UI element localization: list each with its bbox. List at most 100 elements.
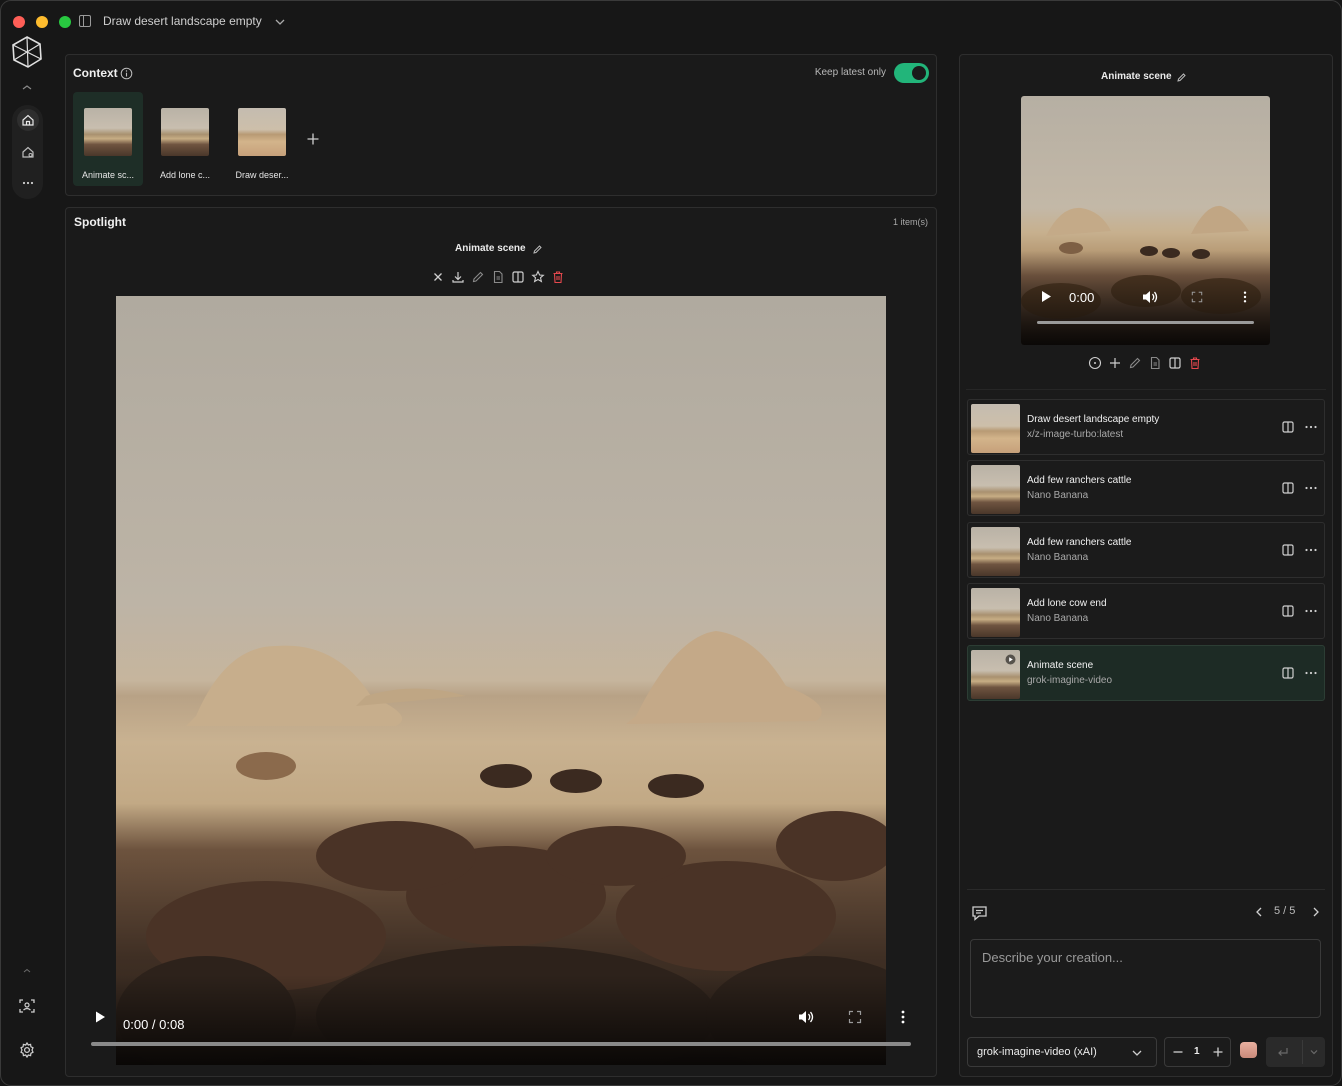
- history-thumbnail: [971, 527, 1020, 576]
- info-circle-icon[interactable]: [1088, 356, 1102, 370]
- context-item-draw-desert[interactable]: Draw deser...: [227, 92, 297, 186]
- compare-split-icon[interactable]: [1281, 604, 1295, 618]
- history-title: Add lone cow end: [1027, 598, 1107, 609]
- app-window: Draw desert landscape empty Context Keep…: [0, 0, 1342, 1086]
- history-thumbnail: [971, 588, 1020, 637]
- history-title: Add few ranchers cattle: [1027, 537, 1132, 548]
- rail-workspace-button[interactable]: [17, 141, 39, 163]
- decrement-icon[interactable]: [1172, 1046, 1184, 1058]
- add-icon[interactable]: [1108, 356, 1122, 370]
- context-panel: Context Keep latest only Animate sc... A…: [65, 54, 937, 196]
- face-scan-icon[interactable]: [18, 997, 36, 1015]
- next-chevron-icon[interactable]: [1310, 905, 1322, 919]
- more-horizontal-icon[interactable]: [1304, 604, 1318, 618]
- chevron-up-icon[interactable]: [20, 83, 34, 93]
- delete-trash-icon[interactable]: [1188, 356, 1202, 370]
- spotlight-video-player[interactable]: [116, 296, 886, 1065]
- context-item-animate[interactable]: Animate sc...: [73, 92, 143, 186]
- sidebar-toggle-icon[interactable]: [79, 15, 91, 27]
- edit-icon[interactable]: [471, 270, 485, 284]
- pager-indicator: 5 / 5: [1274, 905, 1296, 917]
- video-badge-icon: [1005, 654, 1016, 665]
- more-horizontal-icon[interactable]: [1304, 543, 1318, 557]
- divider: [967, 889, 1325, 890]
- compare-split-icon[interactable]: [1281, 481, 1295, 495]
- compare-split-icon[interactable]: [1281, 420, 1295, 434]
- close-icon[interactable]: [431, 270, 445, 284]
- history-item[interactable]: Add few ranchers cattle Nano Banana: [967, 460, 1325, 516]
- history-item[interactable]: Draw desert landscape empty x/z-image-tu…: [967, 399, 1325, 455]
- fullscreen-icon[interactable]: [848, 1010, 862, 1024]
- history-title: Animate scene: [1027, 660, 1094, 671]
- edit-name-icon[interactable]: [1176, 72, 1187, 83]
- preview-more-icon[interactable]: [1239, 289, 1251, 305]
- window-title[interactable]: Draw desert landscape empty: [103, 14, 262, 28]
- document-icon[interactable]: [1148, 356, 1162, 370]
- context-item-label: Add lone c...: [159, 170, 211, 180]
- download-icon[interactable]: [451, 270, 465, 284]
- more-horizontal-icon[interactable]: [1304, 666, 1318, 680]
- rail-nav: [12, 105, 43, 199]
- history-title: Draw desert landscape empty: [1027, 414, 1160, 425]
- chevron-down-icon: [1132, 1050, 1142, 1056]
- preview-fullscreen-icon[interactable]: [1191, 291, 1203, 303]
- minimize-window-button[interactable]: [36, 16, 48, 28]
- zoom-window-button[interactable]: [59, 16, 71, 28]
- send-button[interactable]: [1266, 1037, 1325, 1067]
- history-item[interactable]: Add lone cow end Nano Banana: [967, 583, 1325, 639]
- more-horizontal-icon[interactable]: [1304, 481, 1318, 495]
- close-window-button[interactable]: [13, 16, 25, 28]
- history-item-active[interactable]: Animate scene grok-imagine-video: [967, 645, 1325, 701]
- preview-toolbar: [1088, 356, 1202, 370]
- edit-icon[interactable]: [1128, 356, 1142, 370]
- volume-icon[interactable]: [797, 1009, 815, 1025]
- history-model: Nano Banana: [1027, 552, 1089, 563]
- context-thumbnail: [161, 108, 209, 156]
- chevron-down-icon[interactable]: [273, 12, 287, 32]
- preview-progress-bar[interactable]: [1037, 321, 1254, 324]
- quantity-stepper: 1: [1164, 1037, 1231, 1067]
- reference-image-thumbnail[interactable]: [1240, 1042, 1257, 1058]
- previous-chevron-icon[interactable]: [1253, 905, 1265, 919]
- preview-video-player[interactable]: 0:00: [1021, 96, 1270, 345]
- context-thumbnail: [84, 108, 132, 156]
- compare-split-icon[interactable]: [511, 270, 525, 284]
- context-thumbnail: [238, 108, 286, 156]
- keep-latest-toggle[interactable]: [894, 63, 929, 83]
- video-more-icon[interactable]: [896, 1009, 910, 1025]
- send-options-chevron-icon[interactable]: [1308, 1046, 1320, 1058]
- app-logo-icon: [12, 36, 42, 68]
- compare-split-icon[interactable]: [1168, 356, 1182, 370]
- rail-home-button[interactable]: [17, 109, 39, 131]
- star-icon[interactable]: [531, 270, 545, 284]
- spotlight-count: 1 item(s): [892, 217, 928, 227]
- compare-split-icon[interactable]: [1281, 666, 1295, 680]
- chevron-up-small-icon[interactable]: [20, 966, 34, 976]
- preview-volume-icon[interactable]: [1141, 289, 1159, 305]
- settings-gear-icon[interactable]: [18, 1041, 36, 1059]
- document-icon[interactable]: [491, 270, 505, 284]
- compare-split-icon[interactable]: [1281, 543, 1295, 557]
- send-divider: [1302, 1040, 1303, 1064]
- preview-play-icon[interactable]: [1040, 290, 1052, 303]
- add-context-icon[interactable]: [306, 132, 320, 146]
- model-select-value: grok-imagine-video (xAI): [977, 1046, 1097, 1058]
- info-icon[interactable]: [120, 67, 133, 80]
- play-icon[interactable]: [93, 1010, 107, 1024]
- history-title: Add few ranchers cattle: [1027, 475, 1132, 486]
- home-icon: [22, 114, 34, 126]
- spotlight-item-name: Animate scene: [455, 243, 526, 254]
- edit-name-icon[interactable]: [532, 244, 543, 255]
- model-select[interactable]: grok-imagine-video (xAI): [967, 1037, 1157, 1067]
- context-label: Context: [73, 66, 118, 80]
- rail-more-button[interactable]: [17, 172, 39, 194]
- history-item[interactable]: Add few ranchers cattle Nano Banana: [967, 522, 1325, 578]
- context-item-add-lone-cow[interactable]: Add lone c...: [150, 92, 220, 186]
- prompt-input[interactable]: [970, 939, 1321, 1018]
- more-horizontal-icon[interactable]: [1304, 420, 1318, 434]
- delete-trash-icon[interactable]: [551, 270, 565, 284]
- chat-prompt-icon[interactable]: [970, 903, 990, 923]
- history-model: x/z-image-turbo:latest: [1027, 429, 1124, 440]
- increment-icon[interactable]: [1212, 1046, 1224, 1058]
- video-progress-bar[interactable]: [91, 1042, 911, 1046]
